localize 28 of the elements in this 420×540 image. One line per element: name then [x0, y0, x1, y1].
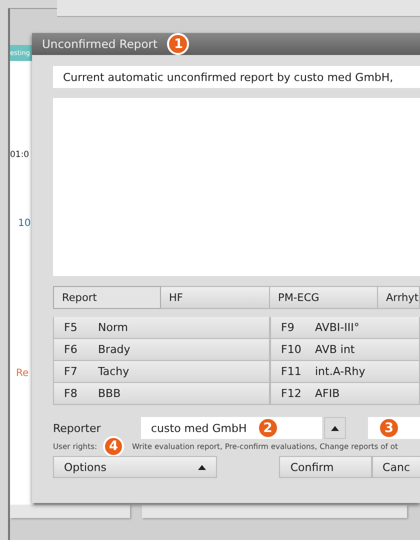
background-time: 01:0: [10, 150, 30, 160]
reporter-field[interactable]: custo med GmbH 2: [141, 417, 322, 439]
callout-badge: 4: [103, 436, 124, 456]
summary-field[interactable]: Current automatic unconfirmed report by custo med GmbH,: [53, 66, 420, 88]
dialog-title: Unconfirmed Report: [42, 37, 158, 51]
finding-button[interactable]: F11 int.A-Rhy: [270, 361, 420, 383]
finding-button[interactable]: F5 Norm: [53, 317, 270, 339]
finding-button[interactable]: F10 AVB int: [270, 339, 420, 361]
cancel-button[interactable]: Canc: [372, 456, 420, 478]
dropdown-button[interactable]: [324, 417, 346, 439]
caret-up-icon: [331, 426, 339, 430]
finding-button[interactable]: F6 Brady: [53, 339, 270, 361]
background-value: 10: [18, 218, 31, 229]
tab[interactable]: Report: [53, 286, 161, 309]
reporter-label: Reporter: [53, 422, 102, 434]
confirm-button[interactable]: Confirm: [279, 456, 372, 478]
options-button[interactable]: Options: [53, 456, 218, 478]
finding-button[interactable]: F8 BBB: [53, 383, 270, 405]
callout-badge: 3: [378, 417, 400, 439]
finding-button[interactable]: F12 AFIB: [270, 383, 420, 405]
callout-badge: 2: [256, 417, 279, 439]
tab[interactable]: Arrhyt: [378, 286, 420, 309]
tab[interactable]: HF: [161, 286, 270, 309]
finding-button[interactable]: F7 Tachy: [53, 361, 270, 383]
tab[interactable]: PM-ECG: [270, 286, 378, 309]
finding-button[interactable]: F9 AVBI-III°: [270, 317, 420, 339]
caret-up-icon: [198, 464, 206, 470]
callout-badge: 1: [167, 33, 190, 55]
